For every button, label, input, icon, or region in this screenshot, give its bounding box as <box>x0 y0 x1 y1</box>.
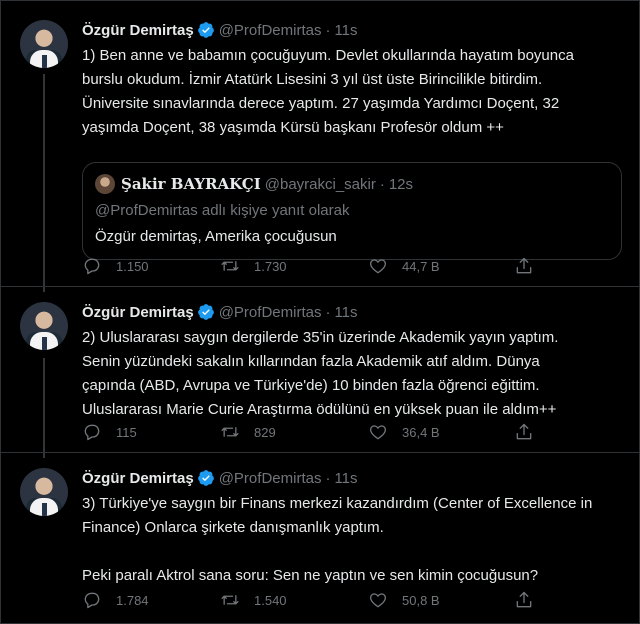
author-name[interactable]: Özgür Demirtaş <box>82 22 194 39</box>
reply-icon <box>84 592 100 609</box>
tweet-header: Özgür Demirtaş @ProfDemirtas · 11s <box>82 20 358 40</box>
reply-icon <box>84 424 100 441</box>
heart-icon <box>370 593 386 608</box>
quoted-author-handle: @bayrakci_sakir <box>264 175 376 193</box>
separator-dot: · <box>379 175 385 193</box>
quoted-tweet[interactable]: Şakir BAYRAKÇI @bayrakci_sakir · 12s @Pr… <box>82 162 622 260</box>
timestamp[interactable]: 11s <box>334 470 357 487</box>
quoted-avatar <box>95 174 115 194</box>
reply-context: @ProfDemirtas adlı kişiye yanıt olarak <box>95 202 350 219</box>
thread-connector <box>43 358 45 458</box>
share-icon <box>516 423 532 440</box>
thread-connector <box>43 74 45 292</box>
divider <box>0 452 640 453</box>
action-bar: 115 829 36,4 B <box>82 422 602 442</box>
author-handle[interactable]: @ProfDemirtas <box>219 22 322 39</box>
share-icon <box>516 591 532 608</box>
heart-icon <box>370 425 386 440</box>
author-handle[interactable]: @ProfDemirtas <box>219 304 322 321</box>
avatar[interactable] <box>20 20 68 68</box>
retweet-count: 829 <box>254 424 276 440</box>
verified-badge-icon <box>197 304 214 320</box>
quoted-timestamp: 12s <box>388 175 414 193</box>
retweet-icon <box>221 261 239 271</box>
quoted-header: Şakir BAYRAKÇI @bayrakci_sakir · 12s <box>121 174 413 194</box>
retweet-button[interactable]: 1.730 <box>220 256 287 276</box>
avatar[interactable] <box>20 302 68 350</box>
share-icon <box>516 257 532 274</box>
like-button[interactable]: 44,7 B <box>368 256 440 276</box>
reply-button[interactable]: 115 <box>82 422 137 442</box>
retweet-button[interactable]: 829 <box>220 422 276 442</box>
quoted-text: Özgür demirtaş, Amerika çocuğusun <box>95 228 337 245</box>
like-count: 36,4 B <box>402 424 440 440</box>
tweet-text: 2) Uluslararası saygın dergilerde 35'in … <box>82 329 559 418</box>
separator-dot: · <box>325 21 331 39</box>
reply-count: 115 <box>116 424 137 440</box>
retweet-button[interactable]: 1.540 <box>220 590 287 610</box>
author-name[interactable]: Özgür Demirtaş <box>82 304 194 321</box>
timestamp[interactable]: 11s <box>334 304 357 321</box>
retweet-icon <box>221 427 239 437</box>
share-button[interactable] <box>514 422 534 442</box>
like-count: 44,7 B <box>402 258 440 274</box>
verified-badge-icon <box>197 22 214 38</box>
tweet-text: 1) Ben anne ve babamın çocuğuyum. Devlet… <box>82 47 574 136</box>
quoted-author-name: Şakir BAYRAKÇI <box>121 175 261 193</box>
like-button[interactable]: 50,8 B <box>368 590 440 610</box>
retweet-count: 1.730 <box>254 258 287 274</box>
reply-button[interactable]: 1.150 <box>82 256 149 276</box>
author-handle[interactable]: @ProfDemirtas <box>219 470 322 487</box>
verified-badge-icon <box>197 470 214 486</box>
timestamp[interactable]: 11s <box>334 22 357 39</box>
reply-icon <box>84 258 100 275</box>
action-bar: 1.150 1.730 44,7 B <box>82 256 602 276</box>
reply-count: 1.150 <box>116 258 149 274</box>
divider <box>0 286 640 287</box>
separator-dot: · <box>325 303 331 321</box>
share-button[interactable] <box>514 590 534 610</box>
retweet-icon <box>221 595 239 605</box>
heart-icon <box>370 259 386 274</box>
retweet-count: 1.540 <box>254 592 287 608</box>
like-count: 50,8 B <box>402 592 440 608</box>
reply-count: 1.784 <box>116 592 149 608</box>
reply-button[interactable]: 1.784 <box>82 590 149 610</box>
tweet-header: Özgür Demirtaş @ProfDemirtas · 11s <box>82 468 358 488</box>
like-button[interactable]: 36,4 B <box>368 422 440 442</box>
author-name[interactable]: Özgür Demirtaş <box>82 470 194 487</box>
avatar[interactable] <box>20 468 68 516</box>
action-bar: 1.784 1.540 50,8 B <box>82 590 602 610</box>
share-button[interactable] <box>514 256 534 276</box>
tweet-text: 3) Türkiye'ye saygın bir Finans merkezi … <box>82 495 593 584</box>
separator-dot: · <box>325 469 331 487</box>
tweet-header: Özgür Demirtaş @ProfDemirtas · 11s <box>82 302 358 322</box>
